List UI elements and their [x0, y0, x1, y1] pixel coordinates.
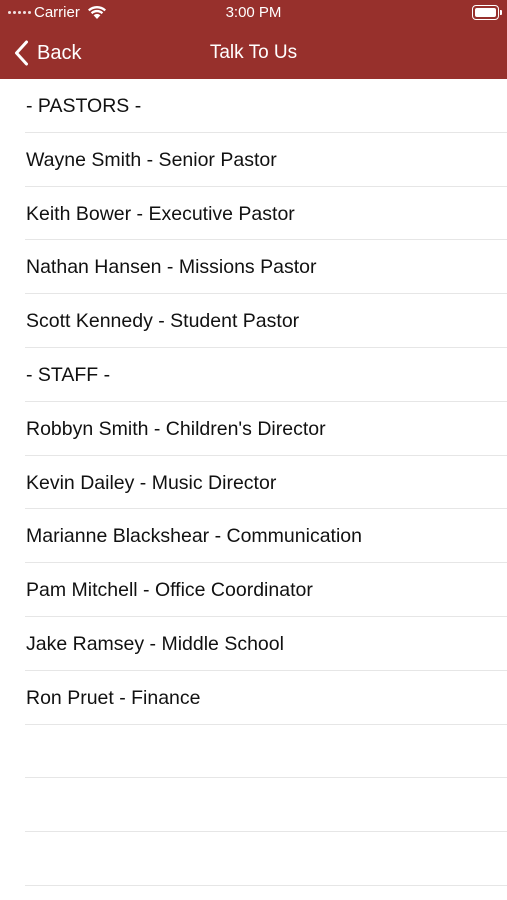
section-header-staff[interactable]: - STAFF -	[25, 348, 507, 402]
empty-row	[25, 725, 507, 779]
list-item[interactable]: Pam Mitchell - Office Coordinator	[25, 563, 507, 617]
navigation-bar: Back Talk To Us	[0, 26, 507, 79]
list-item[interactable]: Wayne Smith - Senior Pastor	[25, 133, 507, 187]
list-item[interactable]: Ron Pruet - Finance	[25, 671, 507, 725]
list-item[interactable]: Jake Ramsey - Middle School	[25, 617, 507, 671]
row-label: Keith Bower - Executive Pastor	[26, 202, 295, 225]
row-label: Kevin Dailey - Music Director	[26, 471, 277, 494]
empty-row	[25, 778, 507, 833]
row-label: - PASTORS -	[26, 95, 142, 117]
row-label: Scott Kennedy - Student Pastor	[26, 310, 300, 333]
contact-list: - PASTORS - Wayne Smith - Senior Pastor …	[0, 79, 507, 886]
row-label: Wayne Smith - Senior Pastor	[26, 148, 277, 171]
list-item[interactable]: Robbyn Smith - Children's Director	[25, 402, 507, 456]
status-time: 3:00 PM	[225, 4, 282, 21]
page-title: Talk To Us	[209, 42, 298, 63]
battery-icon	[472, 5, 502, 20]
list-item[interactable]: Keith Bower - Executive Pastor	[25, 187, 507, 241]
empty-row	[25, 832, 507, 886]
row-label: Pam Mitchell - Office Coordinator	[26, 579, 313, 602]
section-header-pastors[interactable]: - PASTORS -	[25, 79, 507, 133]
row-label: - STAFF -	[26, 363, 111, 386]
list-item[interactable]: Nathan Hansen - Missions Pastor	[25, 240, 507, 295]
status-bar: Carrier 3:00 PM	[0, 0, 507, 26]
row-label: Marianne Blackshear - Communication	[26, 525, 362, 548]
list-item[interactable]: Marianne Blackshear - Communication	[25, 509, 507, 564]
header: Carrier 3:00 PM Back Talk To Us	[0, 0, 507, 79]
list-item[interactable]: Kevin Dailey - Music Director	[25, 456, 507, 510]
row-label: Nathan Hansen - Missions Pastor	[26, 256, 317, 279]
battery-fill	[474, 7, 496, 17]
row-label: Robbyn Smith - Children's Director	[26, 417, 326, 440]
list-item[interactable]: Scott Kennedy - Student Pastor	[25, 294, 507, 348]
row-label: Jake Ramsey - Middle School	[26, 632, 284, 655]
row-label: Ron Pruet - Finance	[26, 686, 201, 709]
